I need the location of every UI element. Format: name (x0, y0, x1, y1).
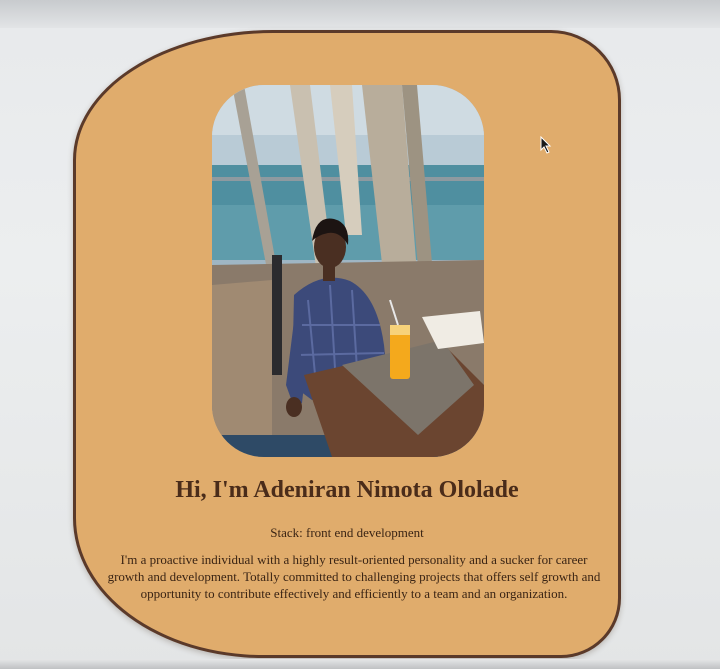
bio-paragraph: I'm a proactive individual with a highly… (107, 552, 601, 601)
profile-photo-illustration (212, 85, 484, 457)
stack-label: Stack: front end development (270, 525, 424, 540)
monitor-bottom-edge (0, 659, 720, 669)
page-title: Hi, I'm Adeniran Nimota Ololade (175, 477, 519, 503)
mouse-pointer-icon (540, 136, 552, 154)
profile-photo (212, 85, 484, 457)
profile-card: Hi, I'm Adeniran Nimota Ololade Stack: f… (73, 30, 621, 658)
monitor-top-edge (0, 0, 720, 28)
